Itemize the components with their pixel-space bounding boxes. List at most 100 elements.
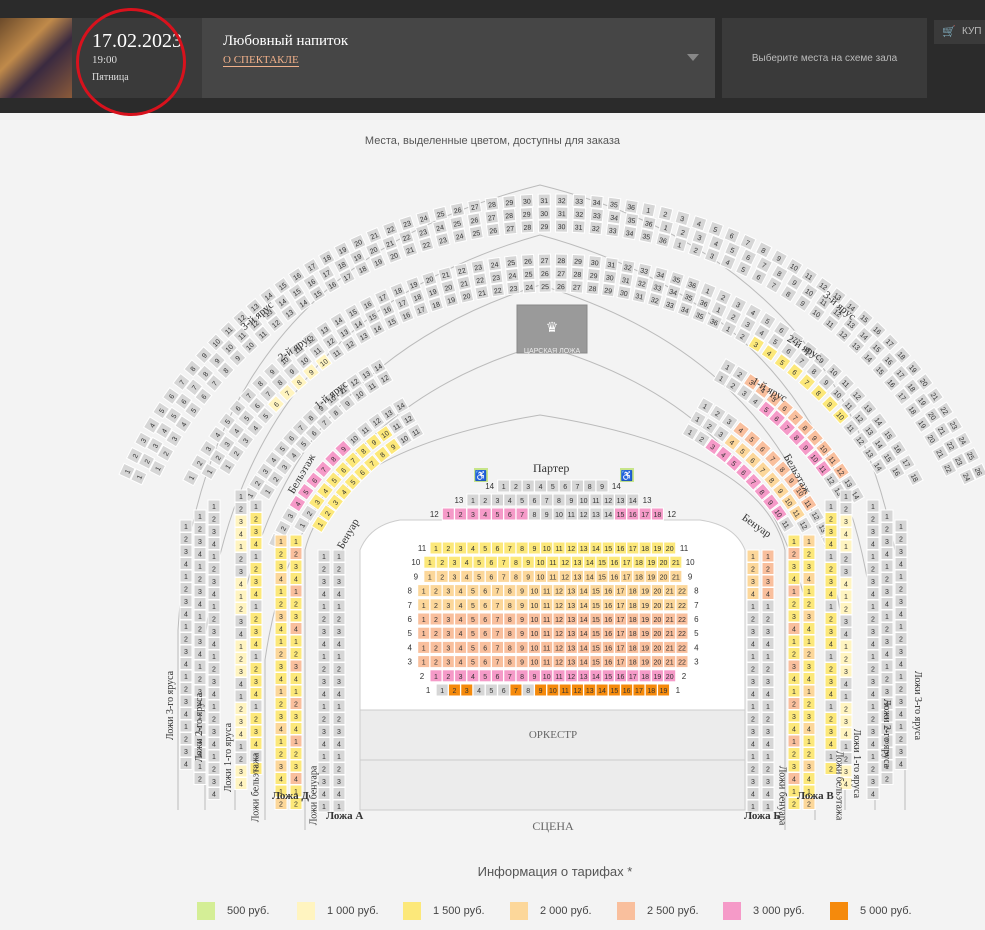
seat[interactable]: 2 (274, 547, 288, 560)
seat[interactable]: 2 (234, 702, 248, 715)
seat[interactable]: 10 (527, 626, 541, 640)
seat[interactable]: 6 (491, 541, 504, 555)
seat[interactable]: 20 (663, 669, 677, 683)
seat[interactable]: 4 (234, 777, 248, 790)
seat[interactable]: 13 (577, 669, 591, 683)
seat[interactable]: 4 (746, 587, 760, 600)
seat[interactable]: 19 (650, 541, 664, 555)
seat[interactable]: 6 (478, 584, 492, 598)
seat[interactable]: 7 (491, 612, 504, 626)
seat[interactable]: 1 (802, 534, 816, 548)
seat[interactable]: 20 (650, 584, 664, 598)
seat[interactable]: 3 (454, 669, 468, 683)
seat[interactable]: 3 (787, 659, 801, 673)
seat[interactable]: 6 (503, 507, 517, 521)
seat[interactable]: 14 (577, 598, 591, 612)
seat[interactable]: 11 (540, 626, 554, 640)
seat[interactable]: 3 (274, 609, 288, 623)
seat[interactable]: 12 (564, 541, 578, 555)
seat[interactable]: 3 (274, 759, 288, 773)
seat[interactable]: 11 (552, 669, 566, 683)
show-thumbnail[interactable] (0, 18, 72, 98)
seat[interactable]: 1 (761, 549, 775, 563)
seat[interactable]: 18 (644, 683, 658, 697)
seat[interactable]: 1 (839, 589, 853, 603)
seat[interactable]: 12 (552, 626, 566, 640)
seat[interactable]: 7 (491, 626, 504, 640)
seat[interactable]: 6 (484, 555, 498, 569)
seat[interactable]: 22 (675, 640, 689, 654)
seat[interactable]: 4 (454, 612, 468, 626)
seat[interactable]: 3 (839, 514, 853, 528)
seat[interactable]: 2 (787, 547, 801, 560)
seat[interactable]: 6 (484, 569, 498, 583)
seat[interactable]: 4 (787, 722, 801, 735)
seat[interactable]: 4 (249, 637, 263, 650)
seat[interactable]: 10 (540, 669, 554, 683)
seat[interactable]: 3 (761, 574, 775, 588)
seat[interactable]: 4 (289, 772, 303, 785)
seat[interactable]: 18 (638, 541, 652, 555)
seat[interactable]: 4 (787, 622, 801, 635)
seat[interactable]: 12 (570, 683, 584, 697)
seat[interactable]: 2 (802, 697, 816, 710)
seat[interactable]: 1 (787, 584, 801, 598)
seat[interactable]: 11 (540, 612, 554, 626)
seat[interactable]: 20 (657, 569, 671, 583)
seat[interactable]: 19 (657, 683, 671, 697)
seat[interactable]: 3 (460, 683, 474, 697)
seat[interactable]: 9 (515, 626, 529, 640)
seat[interactable]: 4 (249, 737, 263, 750)
seat[interactable]: 10 (527, 598, 541, 612)
seat[interactable]: 17 (620, 555, 634, 569)
seat[interactable]: 10 (546, 683, 560, 697)
seat[interactable]: 3 (746, 574, 760, 588)
seat[interactable]: 2 (429, 640, 443, 654)
seat[interactable]: 4 (234, 727, 248, 740)
seat[interactable]: 3 (787, 709, 801, 723)
seat[interactable]: 8 (503, 640, 517, 654)
seat[interactable]: 18 (650, 507, 664, 521)
seat[interactable]: 2 (802, 547, 816, 560)
about-show-link[interactable]: О СПЕКТАКЛЕ (223, 54, 299, 67)
seat[interactable]: 17 (614, 598, 627, 612)
seat[interactable]: 4 (274, 722, 288, 735)
seat[interactable]: 4 (460, 555, 474, 569)
seat[interactable]: 3 (787, 559, 801, 573)
seat[interactable]: 4 (787, 572, 801, 585)
seat[interactable]: 3 (824, 574, 838, 588)
seat[interactable]: 4 (839, 577, 853, 590)
seat[interactable]: 13 (564, 598, 578, 612)
seat[interactable]: 3 (441, 626, 455, 640)
seat[interactable]: 15 (589, 626, 603, 640)
seat[interactable]: 13 (564, 612, 578, 626)
seat[interactable]: 21 (663, 598, 677, 612)
seat[interactable]: 5 (466, 655, 480, 669)
seat[interactable]: 4 (234, 577, 248, 590)
seat[interactable]: 5 (466, 584, 480, 598)
seat[interactable]: 5 (491, 507, 504, 521)
seat[interactable]: 5 (472, 555, 486, 569)
seat[interactable]: 20 (650, 612, 664, 626)
seat[interactable]: 4 (289, 672, 303, 685)
seat[interactable]: 17 (614, 612, 627, 626)
seat[interactable]: 12 (552, 612, 566, 626)
seat[interactable]: 21 (663, 655, 677, 669)
seat[interactable]: 2 (824, 512, 838, 525)
seat[interactable]: 11 (540, 598, 554, 612)
seat[interactable]: 4 (787, 672, 801, 685)
seat[interactable]: 1 (787, 684, 801, 698)
seat[interactable]: 22 (675, 655, 689, 669)
seat[interactable]: 1 (417, 584, 431, 598)
seat[interactable]: 1 (234, 539, 248, 553)
seat[interactable]: 14 (589, 541, 603, 555)
seat[interactable]: 2 (447, 683, 461, 697)
seat[interactable]: 17 (614, 626, 627, 640)
seat[interactable]: 3 (802, 609, 816, 623)
seat[interactable]: 2 (787, 597, 801, 610)
seat[interactable]: 3 (249, 724, 263, 738)
seat[interactable]: 2 (234, 652, 248, 665)
seat[interactable]: 18 (632, 555, 646, 569)
seat[interactable]: 22 (675, 584, 689, 598)
seat[interactable]: 3 (824, 624, 838, 638)
